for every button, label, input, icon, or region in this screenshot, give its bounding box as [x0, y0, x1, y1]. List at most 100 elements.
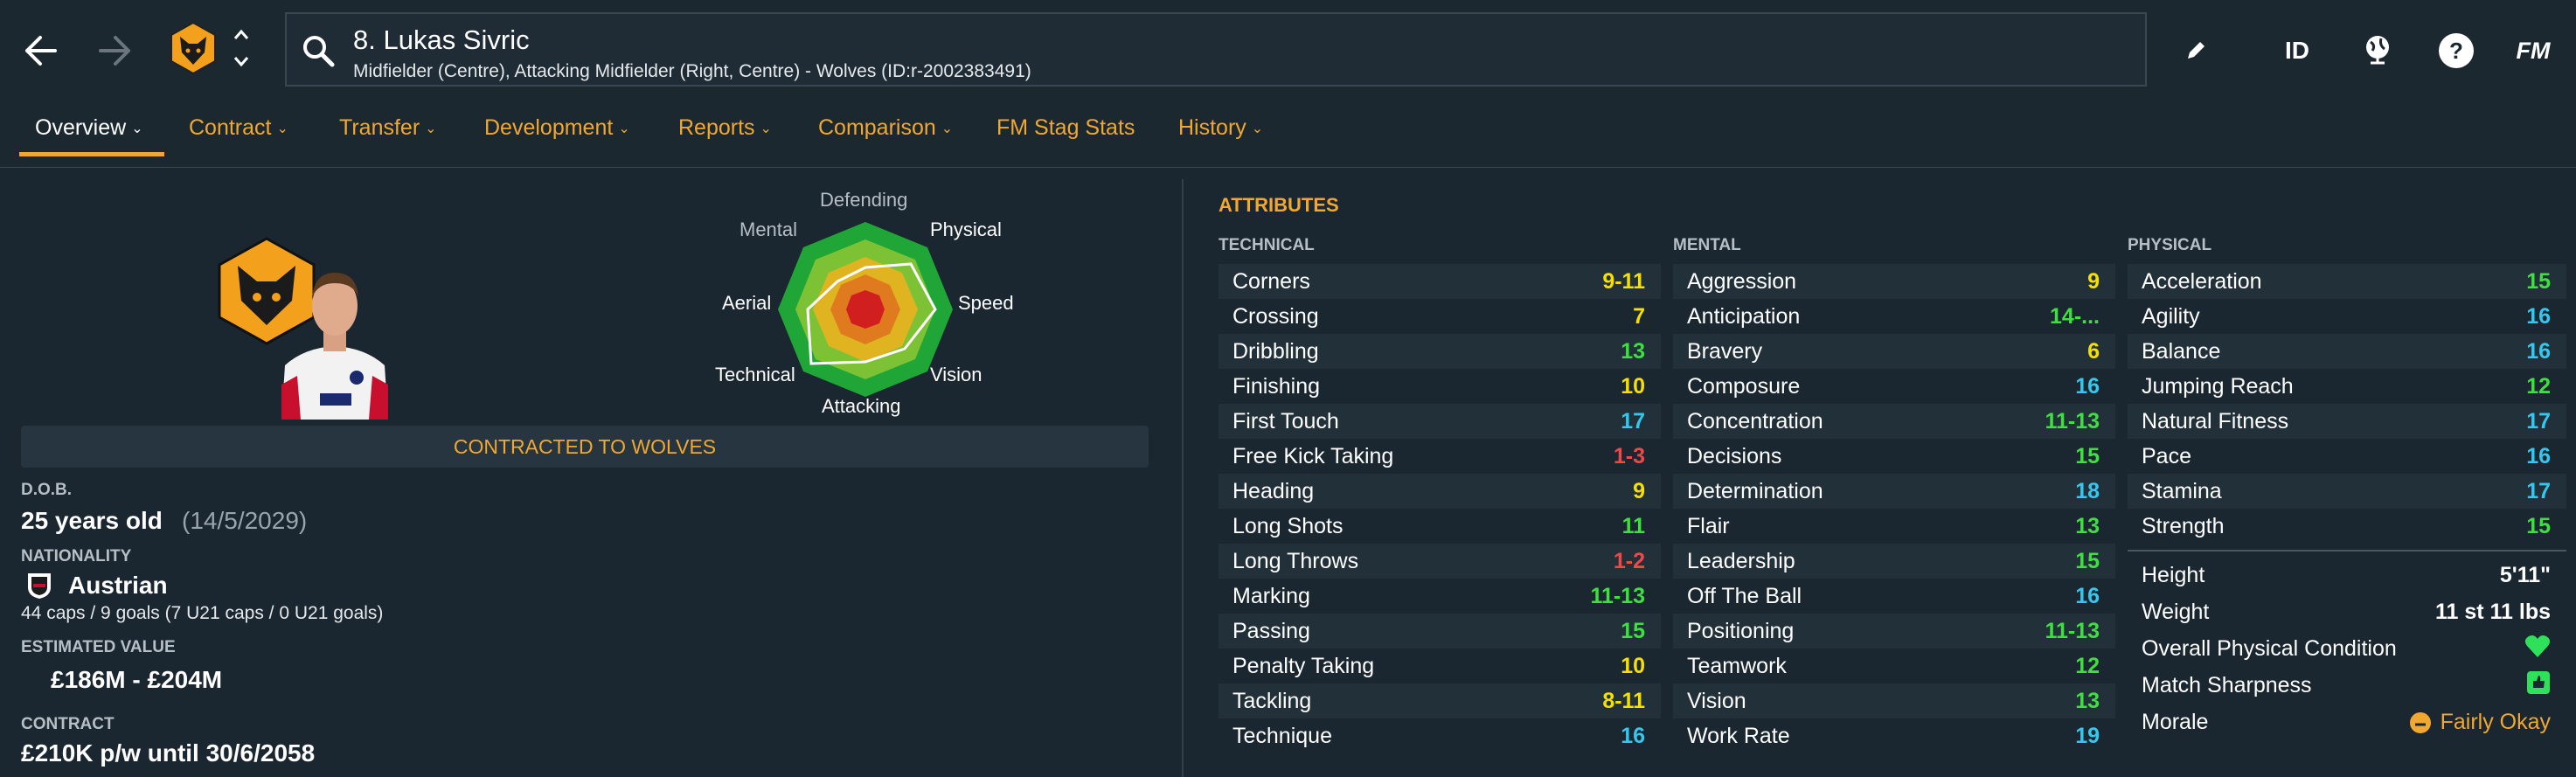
physical-info-name: Weight: [2142, 599, 2210, 624]
physical-attribute-name: Acceleration: [2142, 268, 2262, 294]
id-button[interactable]: ID: [2273, 28, 2322, 73]
physical-info-row[interactable]: Weight 11 st 11 lbs: [2128, 594, 2566, 629]
tab-fm-stag-stats[interactable]: FM Stag Stats: [996, 115, 1135, 141]
radar-label-speed: Speed: [958, 292, 1014, 314]
active-tab-indicator: [19, 152, 164, 156]
mental-attribute-row[interactable]: Bravery 6: [1673, 334, 2115, 369]
mental-attribute-value: 11-13: [2045, 618, 2100, 643]
mental-attribute-row[interactable]: Concentration 11-13: [1673, 404, 2115, 439]
forward-arrow-icon: [99, 36, 130, 66]
technical-attribute-value: 9-11: [1602, 268, 1645, 294]
tab-development[interactable]: Development ⌄: [484, 115, 630, 141]
mental-attribute-row[interactable]: Vision 13: [1673, 683, 2115, 718]
back-arrow-icon: [25, 36, 57, 66]
mental-attribute-value: 12: [2075, 653, 2100, 678]
mental-attribute-row[interactable]: Aggression 9: [1673, 264, 2115, 299]
mental-attribute-row[interactable]: Leadership 15: [1673, 544, 2115, 579]
physical-info-row[interactable]: Match Sharpness: [2128, 668, 2566, 703]
radar-label-vision: Vision: [930, 364, 982, 385]
physical-attribute-value: 16: [2526, 443, 2551, 468]
technical-attribute-row[interactable]: Heading 9: [1219, 474, 1661, 509]
physical-attribute-row[interactable]: Jumping Reach 12: [2128, 369, 2566, 404]
fm-menu-button[interactable]: FM: [2507, 28, 2559, 73]
player-dob: (14/5/2029): [182, 507, 308, 534]
edit-button[interactable]: [2177, 28, 2215, 73]
panel-divider: [1182, 179, 1184, 777]
technical-attribute-row[interactable]: Long Shots 11: [1219, 509, 1661, 544]
technical-attribute-name: Passing: [1232, 618, 1310, 643]
player-age: 25 years old: [21, 507, 163, 534]
mental-attribute-name: Determination: [1687, 478, 1823, 503]
physical-info-row[interactable]: Morale Fairly Okay: [2128, 704, 2566, 739]
technical-attribute-name: Technique: [1232, 723, 1332, 748]
physical-attribute-name: Strength: [2142, 513, 2225, 538]
physical-attribute-row[interactable]: Acceleration 15: [2128, 264, 2566, 299]
technical-attribute-row[interactable]: Crossing 7: [1219, 299, 1661, 334]
technical-attribute-row[interactable]: Free Kick Taking 1-3: [1219, 439, 1661, 474]
help-button[interactable]: ?: [2434, 28, 2479, 73]
top-bar: 8. Lukas Sivric Midfielder (Centre), Att…: [0, 0, 2576, 98]
technical-attribute-name: Corners: [1232, 268, 1310, 294]
mental-attribute-value: 16: [2075, 373, 2100, 399]
physical-attribute-row[interactable]: Strength 15: [2128, 509, 2566, 544]
mental-attribute-value: 11-13: [2045, 408, 2100, 434]
technical-attribute-row[interactable]: Long Throws 1-2: [1219, 544, 1661, 579]
mental-attribute-name: Concentration: [1687, 408, 1823, 434]
technical-attribute-row[interactable]: Technique 16: [1219, 718, 1661, 753]
estimated-value-label: ESTIMATED VALUE: [21, 638, 176, 656]
player-search-bar[interactable]: 8. Lukas Sivric Midfielder (Centre), Att…: [285, 12, 2147, 87]
technical-attribute-row[interactable]: Penalty Taking 10: [1219, 649, 1661, 683]
physical-attribute-value: 16: [2526, 303, 2551, 329]
technical-attribute-name: Heading: [1232, 478, 1315, 503]
tab-transfer[interactable]: Transfer ⌄: [339, 115, 437, 141]
forward-button[interactable]: [87, 23, 143, 79]
mental-attribute-row[interactable]: Teamwork 12: [1673, 649, 2115, 683]
mental-attribute-row[interactable]: Anticipation 14-...: [1673, 299, 2115, 334]
mental-attribute-name: Teamwork: [1687, 653, 1787, 678]
physical-attribute-value: 17: [2526, 478, 2551, 503]
physical-info-row[interactable]: Height 5'11": [2128, 558, 2566, 593]
world-button[interactable]: [2355, 28, 2400, 73]
mental-attribute-row[interactable]: Flair 13: [1673, 509, 2115, 544]
tab-reports[interactable]: Reports ⌄: [678, 115, 772, 141]
technical-attribute-row[interactable]: Marking 11-13: [1219, 579, 1661, 614]
mental-attribute-value: 15: [2075, 443, 2100, 468]
mental-attribute-name: Vision: [1687, 688, 1746, 713]
physical-attribute-row[interactable]: Pace 16: [2128, 439, 2566, 474]
physical-column-header: PHYSICAL: [2128, 236, 2212, 254]
mental-attribute-row[interactable]: Off The Ball 16: [1673, 579, 2115, 614]
mental-attribute-row[interactable]: Decisions 15: [1673, 439, 2115, 474]
mental-attribute-row[interactable]: Positioning 11-13: [1673, 614, 2115, 649]
technical-attribute-row[interactable]: Dribbling 13: [1219, 334, 1661, 369]
technical-attribute-row[interactable]: Corners 9-11: [1219, 264, 1661, 299]
radar-label-technical: Technical: [715, 364, 795, 385]
tab-overview[interactable]: Overview ⌄: [35, 115, 143, 141]
back-button[interactable]: [12, 23, 68, 79]
tab-fm-stag-stats-label: FM Stag Stats: [996, 115, 1135, 140]
tab-contract[interactable]: Contract ⌄: [189, 115, 288, 141]
physical-attribute-row[interactable]: Balance 16: [2128, 334, 2566, 369]
contract-terms: £210K p/w until 30/6/2058: [21, 739, 316, 767]
tab-comparison[interactable]: Comparison ⌄: [818, 115, 953, 141]
mental-attribute-value: 9: [2087, 268, 2100, 294]
technical-attribute-row[interactable]: First Touch 17: [1219, 404, 1661, 439]
technical-attribute-row[interactable]: Passing 15: [1219, 614, 1661, 649]
physical-attribute-row[interactable]: Stamina 17: [2128, 474, 2566, 509]
mental-attribute-row[interactable]: Determination 18: [1673, 474, 2115, 509]
physical-attribute-row[interactable]: Natural Fitness 17: [2128, 404, 2566, 439]
physical-info-row[interactable]: Overall Physical Condition: [2128, 631, 2566, 666]
technical-attribute-row[interactable]: Tackling 8-11: [1219, 683, 1661, 718]
physical-info-value: 5'11": [2499, 562, 2551, 587]
club-crest-button[interactable]: [166, 21, 220, 80]
radar-label-attacking: Attacking: [822, 395, 901, 417]
club-switcher-button[interactable]: [231, 26, 252, 74]
tab-reports-label: Reports: [678, 115, 755, 140]
mental-attribute-row[interactable]: Work Rate 19: [1673, 718, 2115, 753]
mental-attribute-row[interactable]: Composure 16: [1673, 369, 2115, 404]
tab-history[interactable]: History ⌄: [1178, 115, 1263, 141]
physical-attribute-row[interactable]: Agility 16: [2128, 299, 2566, 334]
match-sharpness-icon: [2526, 670, 2551, 701]
attributes-title: ATTRIBUTES: [1219, 194, 1339, 216]
header-divider: [0, 167, 2576, 168]
technical-attribute-row[interactable]: Finishing 10: [1219, 369, 1661, 404]
